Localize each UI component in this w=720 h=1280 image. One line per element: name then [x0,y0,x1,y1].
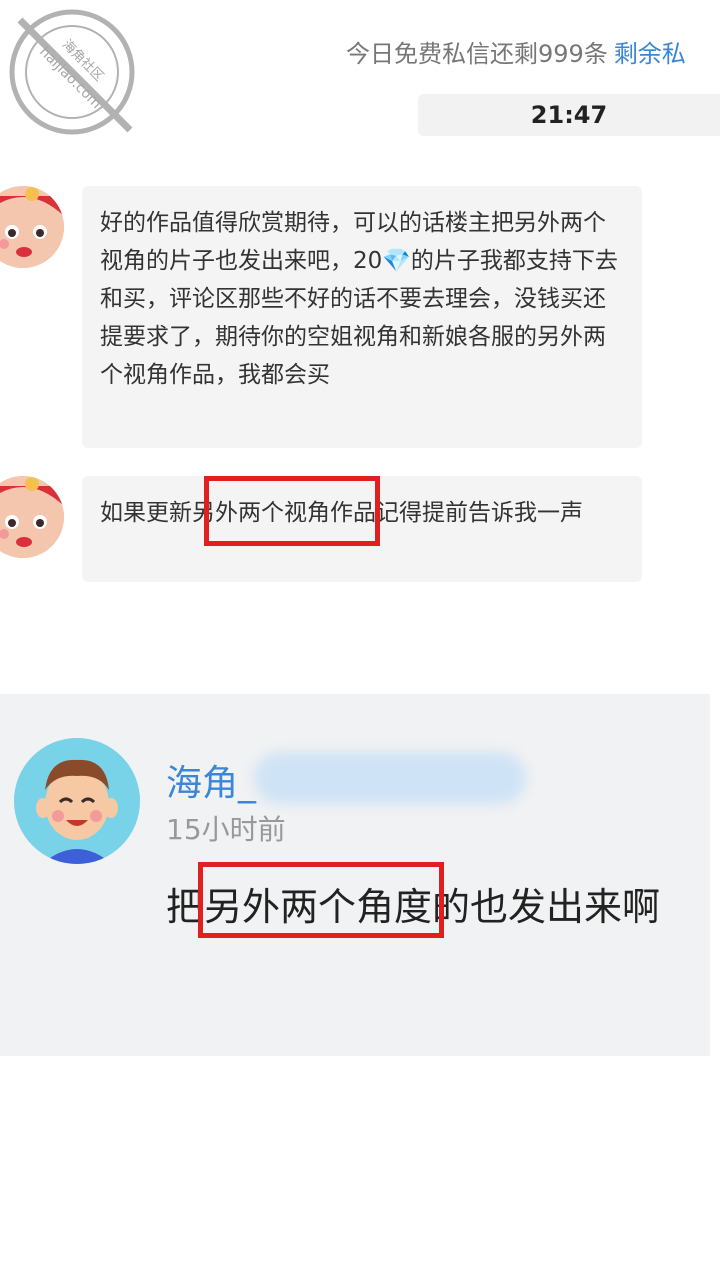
message-bubble: 好的作品值得欣赏期待，可以的话楼主把另外两个视角的片子也发出来吧，20💎的片子我… [82,186,642,448]
diamond-icon: 💎 [382,248,411,274]
commenter-username[interactable]: 海角_ [166,754,256,806]
sender-avatar[interactable] [0,476,64,558]
message-timestamp: 21:47 [418,94,720,136]
commenter-avatar[interactable] [14,738,140,864]
chat-screen: 海角社区 haijiao.com 今日免费私信还剩999条 剩余私 21:47 好… [0,0,720,1280]
notice-text: 今日免费私信还剩999条 [346,40,608,68]
comment-time: 15小时前 [166,813,286,846]
free-message-notice: 今日免费私信还剩999条 剩余私 [346,34,720,69]
remaining-link[interactable]: 剩余私 [614,40,686,68]
username-blur [254,752,526,804]
highlight-box [198,862,444,938]
watermark-logo: 海角社区 haijiao.com [0,0,150,150]
highlight-box [204,476,380,546]
sender-avatar[interactable] [0,186,64,268]
